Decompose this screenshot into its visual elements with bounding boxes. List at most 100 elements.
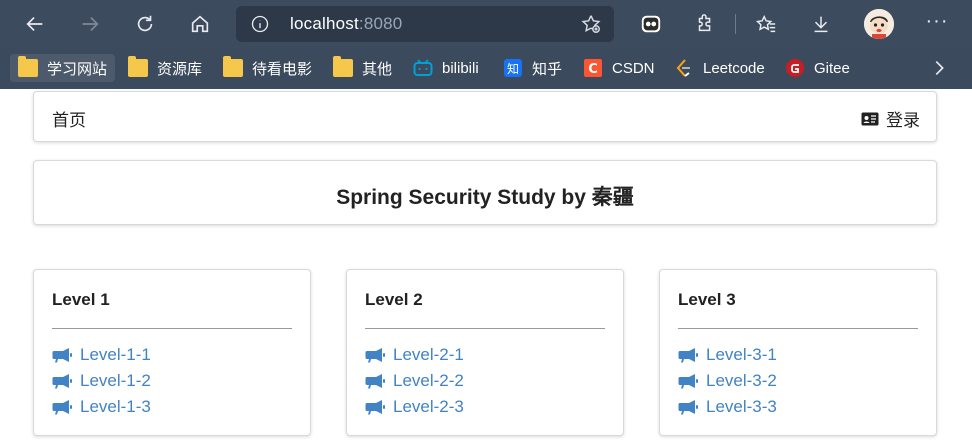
bullhorn-icon xyxy=(678,400,698,415)
bookmark-folder-other[interactable]: 其他 xyxy=(333,54,392,82)
home-button[interactable] xyxy=(184,8,216,40)
refresh-button[interactable] xyxy=(129,8,161,40)
bullhorn-icon xyxy=(52,374,72,389)
url-port: :8080 xyxy=(358,14,403,33)
browser-chrome: localhost:8080 ··· 学习网站 资源库 待看电影 其他 bili… xyxy=(0,0,972,89)
divider xyxy=(52,328,292,329)
top-menu: 首页 登录 xyxy=(33,91,937,142)
home-icon xyxy=(191,15,209,33)
level-link-list: Level-3-1 Level-3-2 Level-3-3 xyxy=(678,342,777,420)
bullhorn-icon xyxy=(678,374,698,389)
bookmark-label: 学习网站 xyxy=(47,60,108,78)
url-host: localhost xyxy=(290,14,359,33)
level-link-label: Level-2-2 xyxy=(393,371,464,390)
login-label: 登录 xyxy=(886,111,920,130)
web-page: 首页 登录 Spring Security Study by 秦疆 Level … xyxy=(0,89,972,443)
title-card: Spring Security Study by 秦疆 xyxy=(33,160,937,225)
download-icon xyxy=(814,16,828,33)
profile-avatar[interactable] xyxy=(864,9,894,39)
level-link[interactable]: Level-3-3 xyxy=(678,394,777,420)
level-link[interactable]: Level-1-1 xyxy=(52,342,151,368)
divider xyxy=(365,328,605,329)
level-card-1: Level 1 Level-1-1 Level-1-2 Level-1-3 xyxy=(33,269,311,436)
bookmark-folder-movies[interactable]: 待看电影 xyxy=(223,54,312,82)
level-link-label: Level-3-2 xyxy=(706,371,777,390)
bookmark-label: 知乎 xyxy=(532,60,563,78)
bookmark-zhihu[interactable]: 知知乎 xyxy=(503,54,562,82)
extension-owl-icon[interactable] xyxy=(636,9,666,39)
bullhorn-icon xyxy=(52,348,72,363)
level-link[interactable]: Level-3-1 xyxy=(678,342,777,368)
bookmark-label: bilibili xyxy=(442,59,479,77)
level-heading: Level 1 xyxy=(52,290,110,309)
level-card-3: Level 3 Level-3-1 Level-3-2 Level-3-3 xyxy=(659,269,937,436)
home-link[interactable]: 首页 xyxy=(52,106,86,131)
level-link-label: Level-1-2 xyxy=(80,371,151,390)
level-link-label: Level-2-1 xyxy=(393,345,464,364)
bookmark-gitee[interactable]: Gitee xyxy=(785,54,850,82)
downloads-button[interactable] xyxy=(806,9,836,39)
refresh-icon xyxy=(137,15,153,32)
owl-icon xyxy=(641,15,661,33)
leetcode-icon xyxy=(676,59,690,77)
level-heading: Level 3 xyxy=(678,290,736,309)
level-link[interactable]: Level-3-2 xyxy=(678,368,777,394)
info-icon[interactable] xyxy=(250,14,270,34)
id-card-icon xyxy=(861,112,879,125)
bookmark-label: 资源库 xyxy=(157,60,203,78)
forward-button[interactable] xyxy=(74,8,106,40)
level-link-label: Level-1-3 xyxy=(80,397,151,416)
address-bar[interactable]: localhost:8080 xyxy=(236,6,614,42)
level-link[interactable]: Level-2-1 xyxy=(365,342,464,368)
folder-icon xyxy=(18,56,38,77)
level-link-label: Level-3-3 xyxy=(706,397,777,416)
bookmark-label: Leetcode xyxy=(703,59,765,77)
level-link-label: Level-3-1 xyxy=(706,345,777,364)
bullhorn-icon xyxy=(365,374,385,389)
url-text: localhost:8080 xyxy=(290,14,402,34)
favorites-button[interactable] xyxy=(751,9,781,39)
forward-arrow-icon xyxy=(82,16,99,32)
avatar-face-icon xyxy=(864,9,894,39)
level-link[interactable]: Level-1-2 xyxy=(52,368,151,394)
login-link[interactable]: 登录 xyxy=(861,106,920,131)
svg-text:知: 知 xyxy=(507,62,519,76)
bookmark-folder-resources[interactable]: 资源库 xyxy=(128,54,202,82)
extensions-button[interactable] xyxy=(690,9,720,39)
level-link-label: Level-2-3 xyxy=(393,397,464,416)
level-link-list: Level-2-1 Level-2-2 Level-2-3 xyxy=(365,342,464,420)
bullhorn-icon xyxy=(365,400,385,415)
bilibili-icon xyxy=(413,59,433,76)
folder-icon xyxy=(223,56,243,77)
bullhorn-icon xyxy=(365,348,385,363)
add-favorite-icon[interactable] xyxy=(580,13,602,35)
bookmark-leetcode[interactable]: Leetcode xyxy=(674,54,765,82)
level-heading: Level 2 xyxy=(365,290,423,309)
more-options-button[interactable]: ··· xyxy=(924,10,950,36)
toolbar-separator xyxy=(735,14,736,34)
bullhorn-icon xyxy=(678,348,698,363)
bullhorn-icon xyxy=(52,400,72,415)
level-link[interactable]: Level-1-3 xyxy=(52,394,151,420)
level-link[interactable]: Level-2-2 xyxy=(365,368,464,394)
zhihu-icon: 知 xyxy=(504,59,522,77)
bookmarks-overflow-chevron-icon[interactable] xyxy=(928,57,950,79)
level-link[interactable]: Level-2-3 xyxy=(365,394,464,420)
level-link-label: Level-1-1 xyxy=(80,345,151,364)
csdn-icon: C xyxy=(584,59,602,77)
bookmarks-bar: 学习网站 资源库 待看电影 其他 bilibili 知知乎 C CSDN Leet… xyxy=(0,48,972,89)
bookmark-folder-study[interactable]: 学习网站 xyxy=(10,54,116,82)
favorites-star-icon xyxy=(755,14,776,33)
divider xyxy=(678,328,918,329)
back-button[interactable] xyxy=(19,8,51,40)
bookmark-label: Gitee xyxy=(814,59,850,77)
puzzle-icon xyxy=(698,14,711,32)
bookmark-bilibili[interactable]: bilibili xyxy=(413,54,479,82)
bookmark-csdn[interactable]: C CSDN xyxy=(583,54,655,82)
bookmark-label: 其他 xyxy=(362,60,393,78)
folder-icon xyxy=(333,56,353,77)
back-arrow-icon xyxy=(26,16,43,32)
gitee-icon xyxy=(786,59,804,77)
page-title: Spring Security Study by 秦疆 xyxy=(336,186,634,209)
browser-toolbar: localhost:8080 ··· xyxy=(0,0,972,48)
